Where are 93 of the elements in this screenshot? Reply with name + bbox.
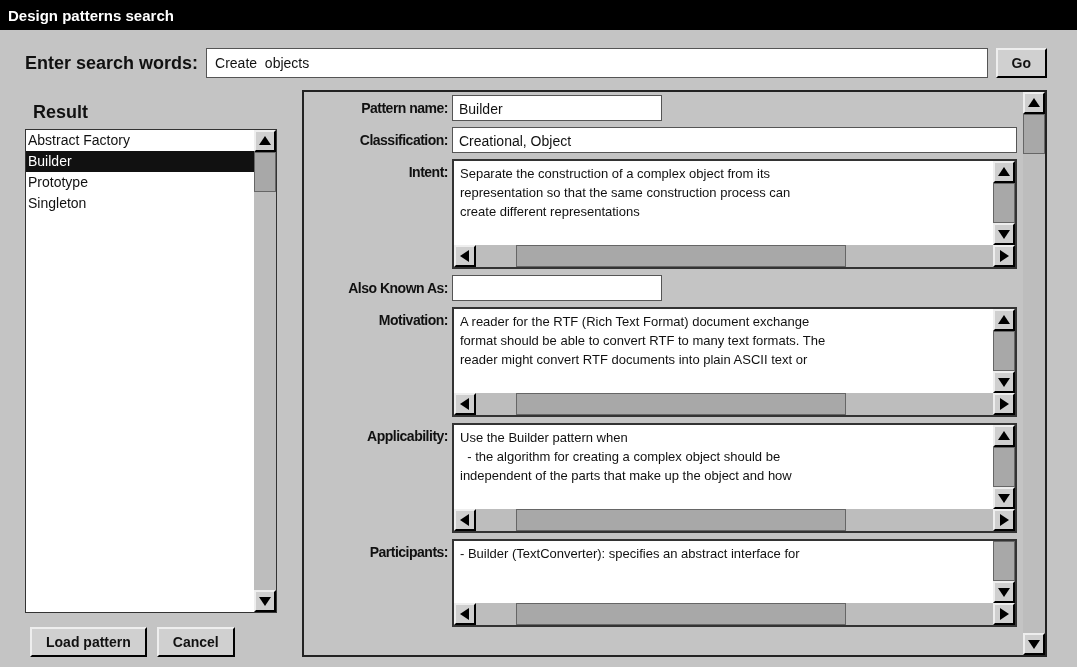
scroll-down-button[interactable] <box>993 223 1015 245</box>
text-line: Separate the construction of a complex object from its <box>460 165 771 183</box>
down-triangle-icon <box>997 491 1011 505</box>
text-area[interactable]: Separate the construction of a complex object from its representation so that the same construction process can create different representations <box>452 159 1017 269</box>
scroll-up-button[interactable] <box>993 309 1015 331</box>
scroll-thumb[interactable] <box>993 183 1015 223</box>
vertical-scrollbar[interactable] <box>993 309 1015 393</box>
text-line: independent of the parts that make up the object and how <box>460 467 793 485</box>
scroll-down-button[interactable] <box>993 487 1015 509</box>
up-triangle-icon <box>997 429 1011 443</box>
scroll-thumb[interactable] <box>254 152 276 192</box>
scroll-up-button[interactable] <box>993 161 1015 183</box>
search-label: Enter search words: <box>25 52 199 74</box>
scroll-left-button[interactable] <box>454 393 476 415</box>
vertical-scrollbar[interactable] <box>993 161 1015 245</box>
search-field[interactable]: Create objects <box>206 48 988 78</box>
vertical-scrollbar[interactable] <box>993 541 1015 603</box>
list-item[interactable]: Abstract Factory <box>26 130 254 151</box>
text-line: format should be able to convert RTF to many text formats. The <box>460 332 827 350</box>
text-line: - Builder (TextConverter): specifies an abstract interface for <box>460 545 801 563</box>
up-triangle-icon <box>1027 96 1041 110</box>
up-triangle-icon <box>997 313 1011 327</box>
left-triangle-icon <box>458 607 472 621</box>
scroll-thumb[interactable] <box>516 603 846 625</box>
scroll-thumb[interactable] <box>516 509 846 531</box>
left-triangle-icon <box>458 397 472 411</box>
text-area[interactable]: - Builder (TextConverter): specifies an abstract interface for <box>452 539 1017 627</box>
down-triangle-icon <box>997 375 1011 389</box>
scroll-up-button[interactable] <box>993 425 1015 447</box>
scroll-thumb[interactable] <box>993 447 1015 487</box>
left-triangle-icon <box>458 249 472 263</box>
scroll-thumb[interactable] <box>516 393 846 415</box>
scroll-thumb[interactable] <box>516 245 846 267</box>
scroll-down-button[interactable] <box>254 590 276 612</box>
text-field[interactable] <box>452 275 662 301</box>
scroll-down-button[interactable] <box>1023 633 1045 655</box>
list-item[interactable]: Builder <box>26 151 254 172</box>
up-triangle-icon <box>997 165 1011 179</box>
right-triangle-icon <box>997 513 1011 527</box>
down-triangle-icon <box>1027 637 1041 651</box>
scroll-down-button[interactable] <box>993 581 1015 603</box>
scroll-right-button[interactable] <box>993 245 1015 267</box>
up-triangle-icon <box>258 134 272 148</box>
field-label: Also Known As: <box>347 279 448 296</box>
text-line: create different representations <box>460 203 641 221</box>
horizontal-scrollbar[interactable] <box>454 245 1015 267</box>
scroll-up-button[interactable] <box>254 130 276 152</box>
scroll-left-button[interactable] <box>454 603 476 625</box>
field-label: Participants: <box>368 543 448 560</box>
go-button[interactable]: Go <box>995 48 1047 78</box>
vertical-scrollbar[interactable] <box>254 130 276 612</box>
down-triangle-icon <box>258 594 272 608</box>
text-line: reader might convert RTF documents into plain ASCII text or <box>460 351 809 369</box>
window-title: Design patterns search <box>0 0 1077 30</box>
field-label: Classification: <box>358 131 448 148</box>
right-triangle-icon <box>997 397 1011 411</box>
left-triangle-icon <box>458 513 472 527</box>
vertical-scrollbar[interactable] <box>993 425 1015 509</box>
scroll-right-button[interactable] <box>993 393 1015 415</box>
scroll-down-button[interactable] <box>993 371 1015 393</box>
text-field[interactable]: Creational, Object <box>452 127 1017 153</box>
scroll-left-button[interactable] <box>454 245 476 267</box>
list-item[interactable]: Prototype <box>26 172 254 193</box>
scroll-thumb[interactable] <box>993 541 1015 581</box>
text-field[interactable]: Builder <box>452 95 662 121</box>
field-label: Motivation: <box>377 311 448 328</box>
down-triangle-icon <box>997 227 1011 241</box>
result-label: Result <box>32 101 89 123</box>
text-line: - the algorithm for creating a complex object should be <box>466 448 782 466</box>
horizontal-scrollbar[interactable] <box>454 603 1015 625</box>
scroll-up-button[interactable] <box>1023 92 1045 114</box>
scroll-thumb[interactable] <box>1023 114 1045 154</box>
scroll-left-button[interactable] <box>454 509 476 531</box>
horizontal-scrollbar[interactable] <box>454 393 1015 415</box>
text-line: Use the Builder pattern when <box>460 429 629 447</box>
list-item[interactable]: Singleton <box>26 193 254 214</box>
right-triangle-icon <box>997 607 1011 621</box>
scroll-thumb[interactable] <box>993 331 1015 371</box>
vertical-scrollbar[interactable] <box>1023 92 1045 655</box>
field-label: Applicability: <box>366 427 448 444</box>
horizontal-scrollbar[interactable] <box>454 509 1015 531</box>
right-triangle-icon <box>997 249 1011 263</box>
text-area[interactable]: Use the Builder pattern when - the algorithm for creating a complex object should be independent of the parts that make up the object and how <box>452 423 1017 533</box>
text-line: representation so that the same construction process can <box>460 184 792 202</box>
scroll-right-button[interactable] <box>993 603 1015 625</box>
cancel-button[interactable]: Cancel <box>156 627 235 657</box>
text-area[interactable]: A reader for the RTF (Rich Text Format) document exchange format should be able to convert RTF to many text formats. The reader might convert RTF documents into plain ASCII text or <box>452 307 1017 417</box>
scroll-right-button[interactable] <box>993 509 1015 531</box>
field-label: Pattern name: <box>360 99 448 116</box>
load-button[interactable]: Load pattern <box>30 627 147 657</box>
text-line: A reader for the RTF (Rich Text Format) document exchange <box>460 313 811 331</box>
down-triangle-icon <box>997 585 1011 599</box>
field-label: Intent: <box>407 163 448 180</box>
